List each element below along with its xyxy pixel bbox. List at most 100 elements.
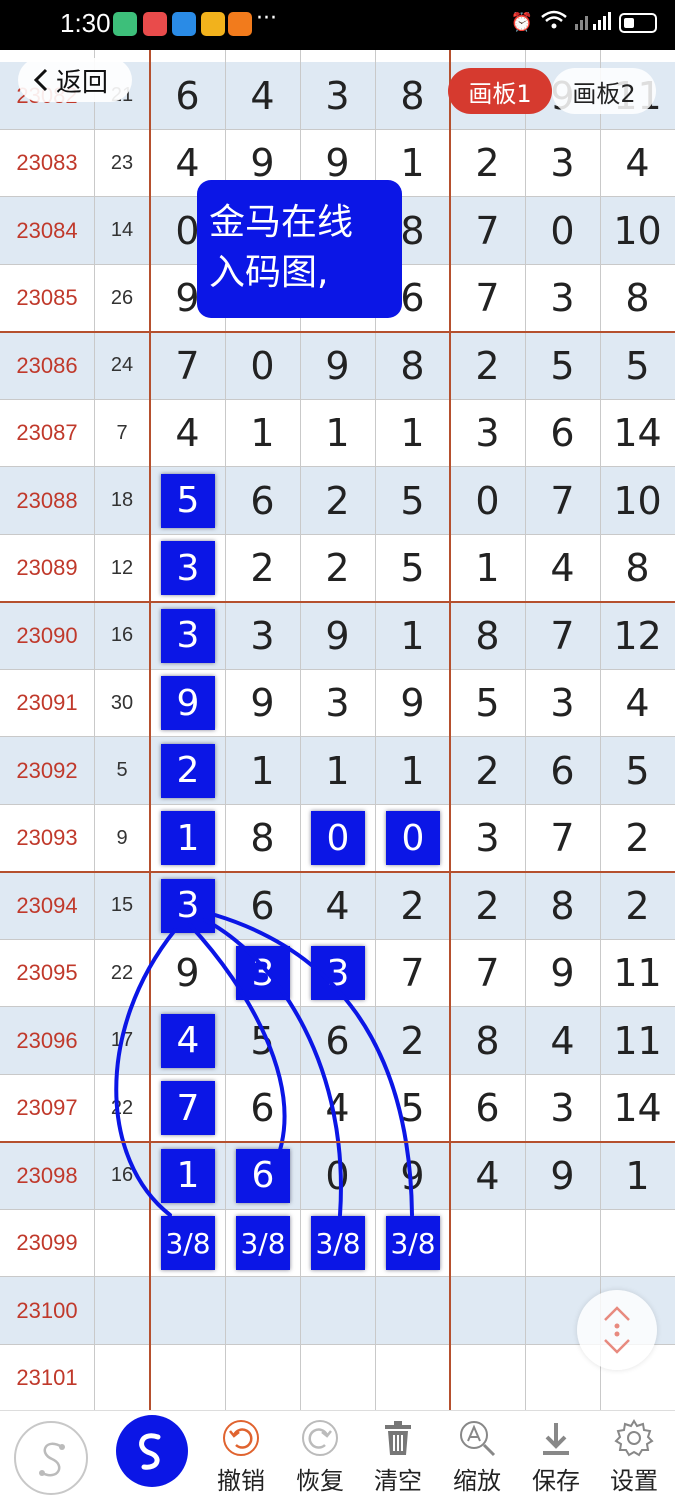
highlighted-digit[interactable]: 3	[236, 946, 290, 1001]
digit-cell[interactable]: 8	[600, 265, 675, 333]
draw-pen-button[interactable]	[116, 1415, 188, 1487]
digit-cell[interactable]: 9	[300, 602, 375, 670]
digit-cell[interactable]	[525, 1210, 600, 1278]
highlighted-digit[interactable]: 5	[161, 473, 215, 528]
digit-cell[interactable]	[600, 1210, 675, 1278]
digit-cell[interactable]: 6	[525, 400, 600, 468]
digit-cell[interactable]: 6	[225, 872, 300, 940]
digit-cell[interactable]: 5	[600, 332, 675, 400]
digit-cell[interactable]: 4	[150, 400, 225, 468]
digit-cell[interactable]: 1	[375, 400, 450, 468]
highlighted-digit[interactable]: 3/8	[236, 1216, 290, 1271]
digit-cell[interactable]: 3	[300, 670, 375, 738]
digit-cell[interactable]	[450, 1345, 525, 1411]
digit-cell[interactable]: 2	[450, 737, 525, 805]
digit-cell[interactable]: 10	[600, 467, 675, 535]
digit-cell[interactable]	[300, 1345, 375, 1411]
highlighted-digit[interactable]: 3/8	[311, 1216, 365, 1271]
digit-cell[interactable]: 3	[225, 602, 300, 670]
redo-button[interactable]: 恢复	[285, 1417, 355, 1501]
digit-cell[interactable]: 7	[150, 332, 225, 400]
digit-cell[interactable]: 1	[300, 737, 375, 805]
digit-cell[interactable]: 5	[375, 535, 450, 603]
digit-cell[interactable]: 4	[525, 1007, 600, 1075]
digit-cell[interactable]: 3	[525, 1075, 600, 1143]
digit-cell[interactable]: 4	[225, 62, 300, 130]
digit-cell[interactable]: 3	[525, 670, 600, 738]
digit-cell[interactable]: 8	[600, 535, 675, 603]
undo-button[interactable]: 撤销	[206, 1417, 276, 1501]
digit-cell[interactable]: 9	[150, 940, 225, 1008]
highlighted-digit[interactable]: 1	[161, 811, 215, 866]
digit-cell[interactable]: 1	[300, 400, 375, 468]
digit-cell[interactable]	[450, 1210, 525, 1278]
digit-cell[interactable]: 6	[225, 467, 300, 535]
digit-cell[interactable]: 6	[300, 1007, 375, 1075]
digit-cell[interactable]: 3	[300, 62, 375, 130]
table-row[interactable]: 23087 7 4 1 1 1 3 6 14	[0, 399, 675, 468]
highlighted-digit[interactable]: 0	[386, 811, 440, 866]
save-button[interactable]: 保存	[521, 1417, 591, 1501]
digit-cell[interactable]: 7	[525, 467, 600, 535]
digit-cell[interactable]: 0	[525, 197, 600, 265]
digit-cell[interactable]: 5	[600, 737, 675, 805]
table-row[interactable]: 23088 18 6 2 5 0 7 10	[0, 467, 675, 535]
digit-cell[interactable]: 4	[600, 130, 675, 198]
digit-cell[interactable]: 5	[375, 467, 450, 535]
digit-cell[interactable]: 9	[375, 1142, 450, 1210]
tab-board-1[interactable]: 画板1	[448, 68, 552, 114]
curve-pen-button[interactable]	[14, 1421, 88, 1495]
highlighted-digit[interactable]: 3	[161, 878, 215, 933]
digit-cell[interactable]: 5	[450, 670, 525, 738]
digit-cell[interactable]: 1	[375, 737, 450, 805]
digit-cell[interactable]: 6	[525, 737, 600, 805]
highlighted-digit[interactable]: 1	[161, 1148, 215, 1203]
digit-cell[interactable]: 0	[300, 1142, 375, 1210]
digit-cell[interactable]: 1	[600, 1142, 675, 1210]
digit-cell[interactable]: 9	[525, 1142, 600, 1210]
highlighted-digit[interactable]: 3	[311, 946, 365, 1001]
digit-cell[interactable]: 8	[525, 872, 600, 940]
digit-cell[interactable]: 7	[525, 805, 600, 873]
digit-cell[interactable]: 4	[300, 1075, 375, 1143]
scroll-toggle-button[interactable]	[577, 1290, 657, 1370]
digit-cell[interactable]: 4	[450, 1142, 525, 1210]
digit-cell[interactable]	[300, 1277, 375, 1345]
digit-cell[interactable]	[450, 1277, 525, 1345]
digit-cell[interactable]: 2	[450, 332, 525, 400]
digit-cell[interactable]: 3	[525, 265, 600, 333]
digit-cell[interactable]: 14	[600, 400, 675, 468]
digit-cell[interactable]: 3	[450, 805, 525, 873]
highlighted-digit[interactable]: 3/8	[386, 1216, 440, 1271]
digit-cell[interactable]: 9	[300, 332, 375, 400]
digit-cell[interactable]: 6	[150, 62, 225, 130]
digit-cell[interactable]	[375, 1277, 450, 1345]
digit-cell[interactable]: 4	[525, 535, 600, 603]
digit-cell[interactable]: 2	[600, 872, 675, 940]
digit-cell[interactable]: 2	[300, 467, 375, 535]
table-row[interactable]: 23090 16 3 9 1 8 7 12	[0, 602, 675, 670]
digit-cell[interactable]: 6	[225, 1075, 300, 1143]
digit-cell[interactable]: 10	[600, 197, 675, 265]
highlighted-digit[interactable]: 2	[161, 743, 215, 798]
highlighted-digit[interactable]: 6	[236, 1148, 290, 1203]
highlighted-digit[interactable]: 3	[161, 608, 215, 663]
digit-cell[interactable]: 8	[375, 332, 450, 400]
digit-cell[interactable]: 9	[525, 940, 600, 1008]
table-row[interactable]: 23089 12 2 2 5 1 4 8	[0, 534, 675, 603]
settings-button[interactable]: 设置	[599, 1417, 669, 1501]
digit-cell[interactable]: 8	[225, 805, 300, 873]
highlighted-digit[interactable]: 0	[311, 811, 365, 866]
table-row[interactable]: 23091 30 9 3 9 5 3 4	[0, 669, 675, 738]
digit-cell[interactable]	[150, 1345, 225, 1411]
digit-cell[interactable]: 1	[225, 737, 300, 805]
digit-cell[interactable]: 5	[525, 332, 600, 400]
digit-cell[interactable]: 2	[300, 535, 375, 603]
digit-cell[interactable]: 7	[450, 197, 525, 265]
digit-cell[interactable]: 4	[600, 670, 675, 738]
digit-cell[interactable]: 7	[525, 602, 600, 670]
table-row[interactable]: 23100	[0, 1277, 675, 1345]
digit-cell[interactable]: 7	[450, 265, 525, 333]
digit-cell[interactable]: 6	[450, 1075, 525, 1143]
table-row[interactable]: 23101	[0, 1344, 675, 1411]
